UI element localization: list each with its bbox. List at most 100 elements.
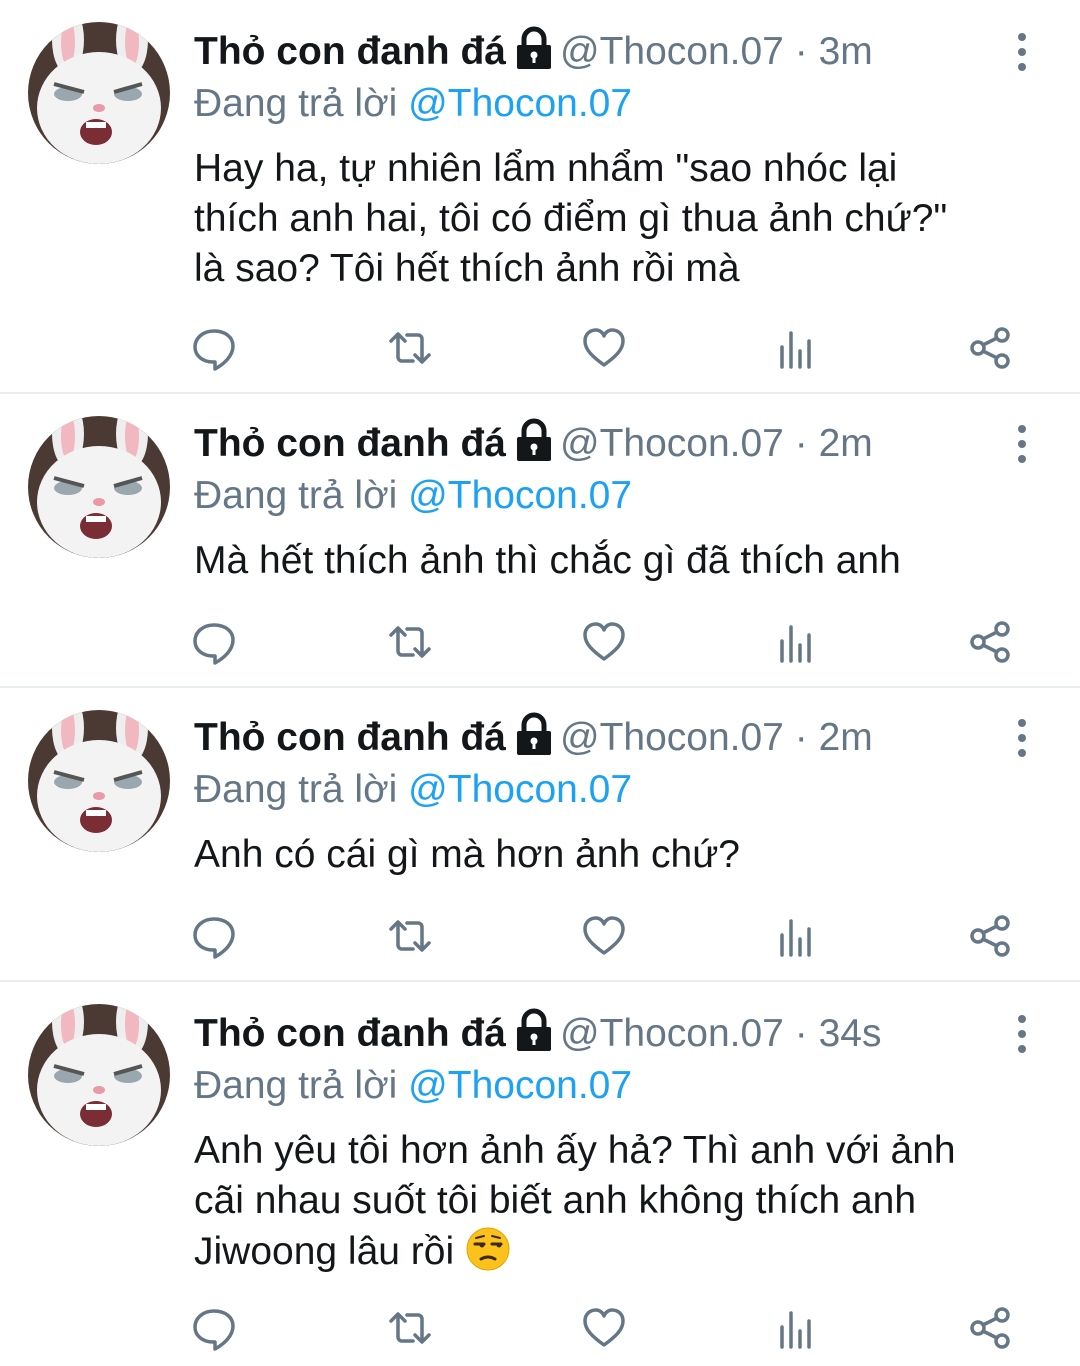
white-rabbit-avatar	[28, 1004, 170, 1146]
analytics-icon	[780, 625, 811, 663]
retweet-button[interactable]	[380, 906, 440, 966]
lock-icon	[516, 1008, 551, 1051]
separator: ·	[794, 422, 808, 465]
heart-icon	[583, 916, 625, 955]
tweet-text-line: cãi nhau suốt tôi biết anh không thích a…	[194, 1179, 917, 1222]
like-button[interactable]	[574, 612, 634, 672]
white-rabbit-avatar	[28, 22, 170, 164]
like-button[interactable]	[574, 318, 634, 378]
avatar[interactable]	[28, 1004, 170, 1146]
timestamp[interactable]: 2m	[819, 716, 873, 759]
tweet-text-line: thích anh hai, tôi có điểm gì thua ảnh c…	[194, 197, 948, 240]
tweet-text: Mà hết thích ảnh thì chắc gì đã thích an…	[194, 536, 1034, 586]
tweet[interactable]: Thỏ con đanh đá @Thocon.07 · 2m Đang trả …	[0, 394, 1080, 686]
avatar[interactable]	[28, 416, 170, 558]
retweet-button[interactable]	[380, 1298, 440, 1358]
analytics-icon	[780, 919, 811, 957]
like-button[interactable]	[574, 1298, 634, 1358]
lock-icon	[516, 418, 551, 461]
share-icon	[970, 327, 1010, 369]
reply-mention[interactable]: @Thocon.07	[408, 1064, 632, 1107]
reply-mention[interactable]: @Thocon.07	[408, 474, 632, 517]
display-name[interactable]: Thỏ con đanh đá	[194, 1012, 506, 1055]
retweet-icon	[389, 626, 431, 658]
reply-icon	[193, 1309, 235, 1351]
share-button[interactable]	[960, 1298, 1020, 1358]
reply-mention[interactable]: @Thocon.07	[408, 768, 632, 811]
tweet-text-line: Mà hết thích ảnh thì chắc gì đã thích an…	[194, 539, 901, 582]
more-vertical-icon[interactable]	[1006, 1006, 1038, 1062]
display-name[interactable]: Thỏ con đanh đá	[194, 716, 506, 759]
analytics-button[interactable]	[766, 318, 826, 378]
retweet-button[interactable]	[380, 612, 440, 672]
retweet-icon	[389, 920, 431, 952]
user-handle[interactable]: @Thocon.07	[560, 30, 784, 73]
more-vertical-icon[interactable]	[1006, 710, 1038, 766]
heart-icon	[583, 328, 625, 367]
reply-prefix: Đang trả lời	[194, 1064, 398, 1107]
reply-button[interactable]	[184, 1298, 244, 1358]
retweet-icon	[389, 1312, 431, 1344]
user-handle[interactable]: @Thocon.07	[560, 422, 784, 465]
tweet[interactable]: Thỏ con đanh đá @Thocon.07 · 3m Đang trả …	[0, 0, 1080, 392]
reply-prefix: Đang trả lời	[194, 768, 398, 811]
tweet-text-line: Jiwoong lâu rồi	[194, 1230, 455, 1273]
reply-mention[interactable]: @Thocon.07	[408, 82, 632, 125]
tweet-text: Anh có cái gì mà hơn ảnh chứ?	[194, 830, 1034, 880]
analytics-button[interactable]	[766, 612, 826, 672]
white-rabbit-avatar	[28, 416, 170, 558]
tweet-actions	[0, 612, 1080, 672]
display-name[interactable]: Thỏ con đanh đá	[194, 422, 506, 465]
tweet-text-line: Anh yêu tôi hơn ảnh ấy hả? Thì anh với ả…	[194, 1129, 956, 1172]
retweet-button[interactable]	[380, 318, 440, 378]
tweet-header: Thỏ con đanh đá @Thocon.07 · 34s	[194, 1006, 881, 1062]
timestamp[interactable]: 34s	[819, 1012, 882, 1055]
user-handle[interactable]: @Thocon.07	[560, 716, 784, 759]
reply-icon	[193, 329, 235, 371]
display-name[interactable]: Thỏ con đanh đá	[194, 30, 506, 73]
reply-context: Đang trả lời @Thocon.07	[194, 1060, 632, 1112]
tweet[interactable]: Thỏ con đanh đá @Thocon.07 · 2m Đang trả …	[0, 688, 1080, 980]
separator: ·	[794, 1012, 808, 1055]
tweet-text: Anh yêu tôi hơn ảnh ấy hả? Thì anh với ả…	[194, 1126, 1034, 1277]
unamused-face-emoji	[466, 1227, 510, 1271]
tweet-text-line: Anh có cái gì mà hơn ảnh chứ?	[194, 833, 740, 876]
more-vertical-icon[interactable]	[1006, 416, 1038, 472]
separator: ·	[794, 30, 808, 73]
reply-button[interactable]	[184, 318, 244, 378]
analytics-icon	[780, 1311, 811, 1349]
share-button[interactable]	[960, 612, 1020, 672]
white-rabbit-avatar	[28, 710, 170, 852]
avatar[interactable]	[28, 22, 170, 164]
analytics-icon	[780, 331, 811, 369]
share-icon	[970, 915, 1010, 957]
reply-context: Đang trả lời @Thocon.07	[194, 78, 632, 130]
tweet-actions	[0, 318, 1080, 378]
analytics-button[interactable]	[766, 1298, 826, 1358]
timestamp[interactable]: 2m	[819, 422, 873, 465]
heart-icon	[583, 1308, 625, 1347]
reply-icon	[193, 917, 235, 959]
reply-button[interactable]	[184, 612, 244, 672]
tweet-actions	[0, 1298, 1080, 1358]
lock-icon	[516, 712, 551, 755]
reply-context: Đang trả lời @Thocon.07	[194, 764, 632, 816]
reply-button[interactable]	[184, 906, 244, 966]
tweet-text: Hay ha, tự nhiên lẩm nhẩm "sao nhóc lại …	[194, 144, 1034, 294]
analytics-button[interactable]	[766, 906, 826, 966]
avatar[interactable]	[28, 710, 170, 852]
timestamp[interactable]: 3m	[819, 30, 873, 73]
like-button[interactable]	[574, 906, 634, 966]
share-button[interactable]	[960, 318, 1020, 378]
reply-context: Đang trả lời @Thocon.07	[194, 470, 632, 522]
user-handle[interactable]: @Thocon.07	[560, 1012, 784, 1055]
tweet-header: Thỏ con đanh đá @Thocon.07 · 2m	[194, 710, 873, 766]
lock-icon	[516, 26, 551, 69]
reply-prefix: Đang trả lời	[194, 474, 398, 517]
tweet[interactable]: Thỏ con đanh đá @Thocon.07 · 34s Đang trả…	[0, 982, 1080, 1366]
tweet-text-line: Hay ha, tự nhiên lẩm nhẩm "sao nhóc lại	[194, 147, 898, 190]
share-icon	[970, 1307, 1010, 1349]
share-button[interactable]	[960, 906, 1020, 966]
more-vertical-icon[interactable]	[1006, 24, 1038, 80]
tweet-actions	[0, 906, 1080, 966]
